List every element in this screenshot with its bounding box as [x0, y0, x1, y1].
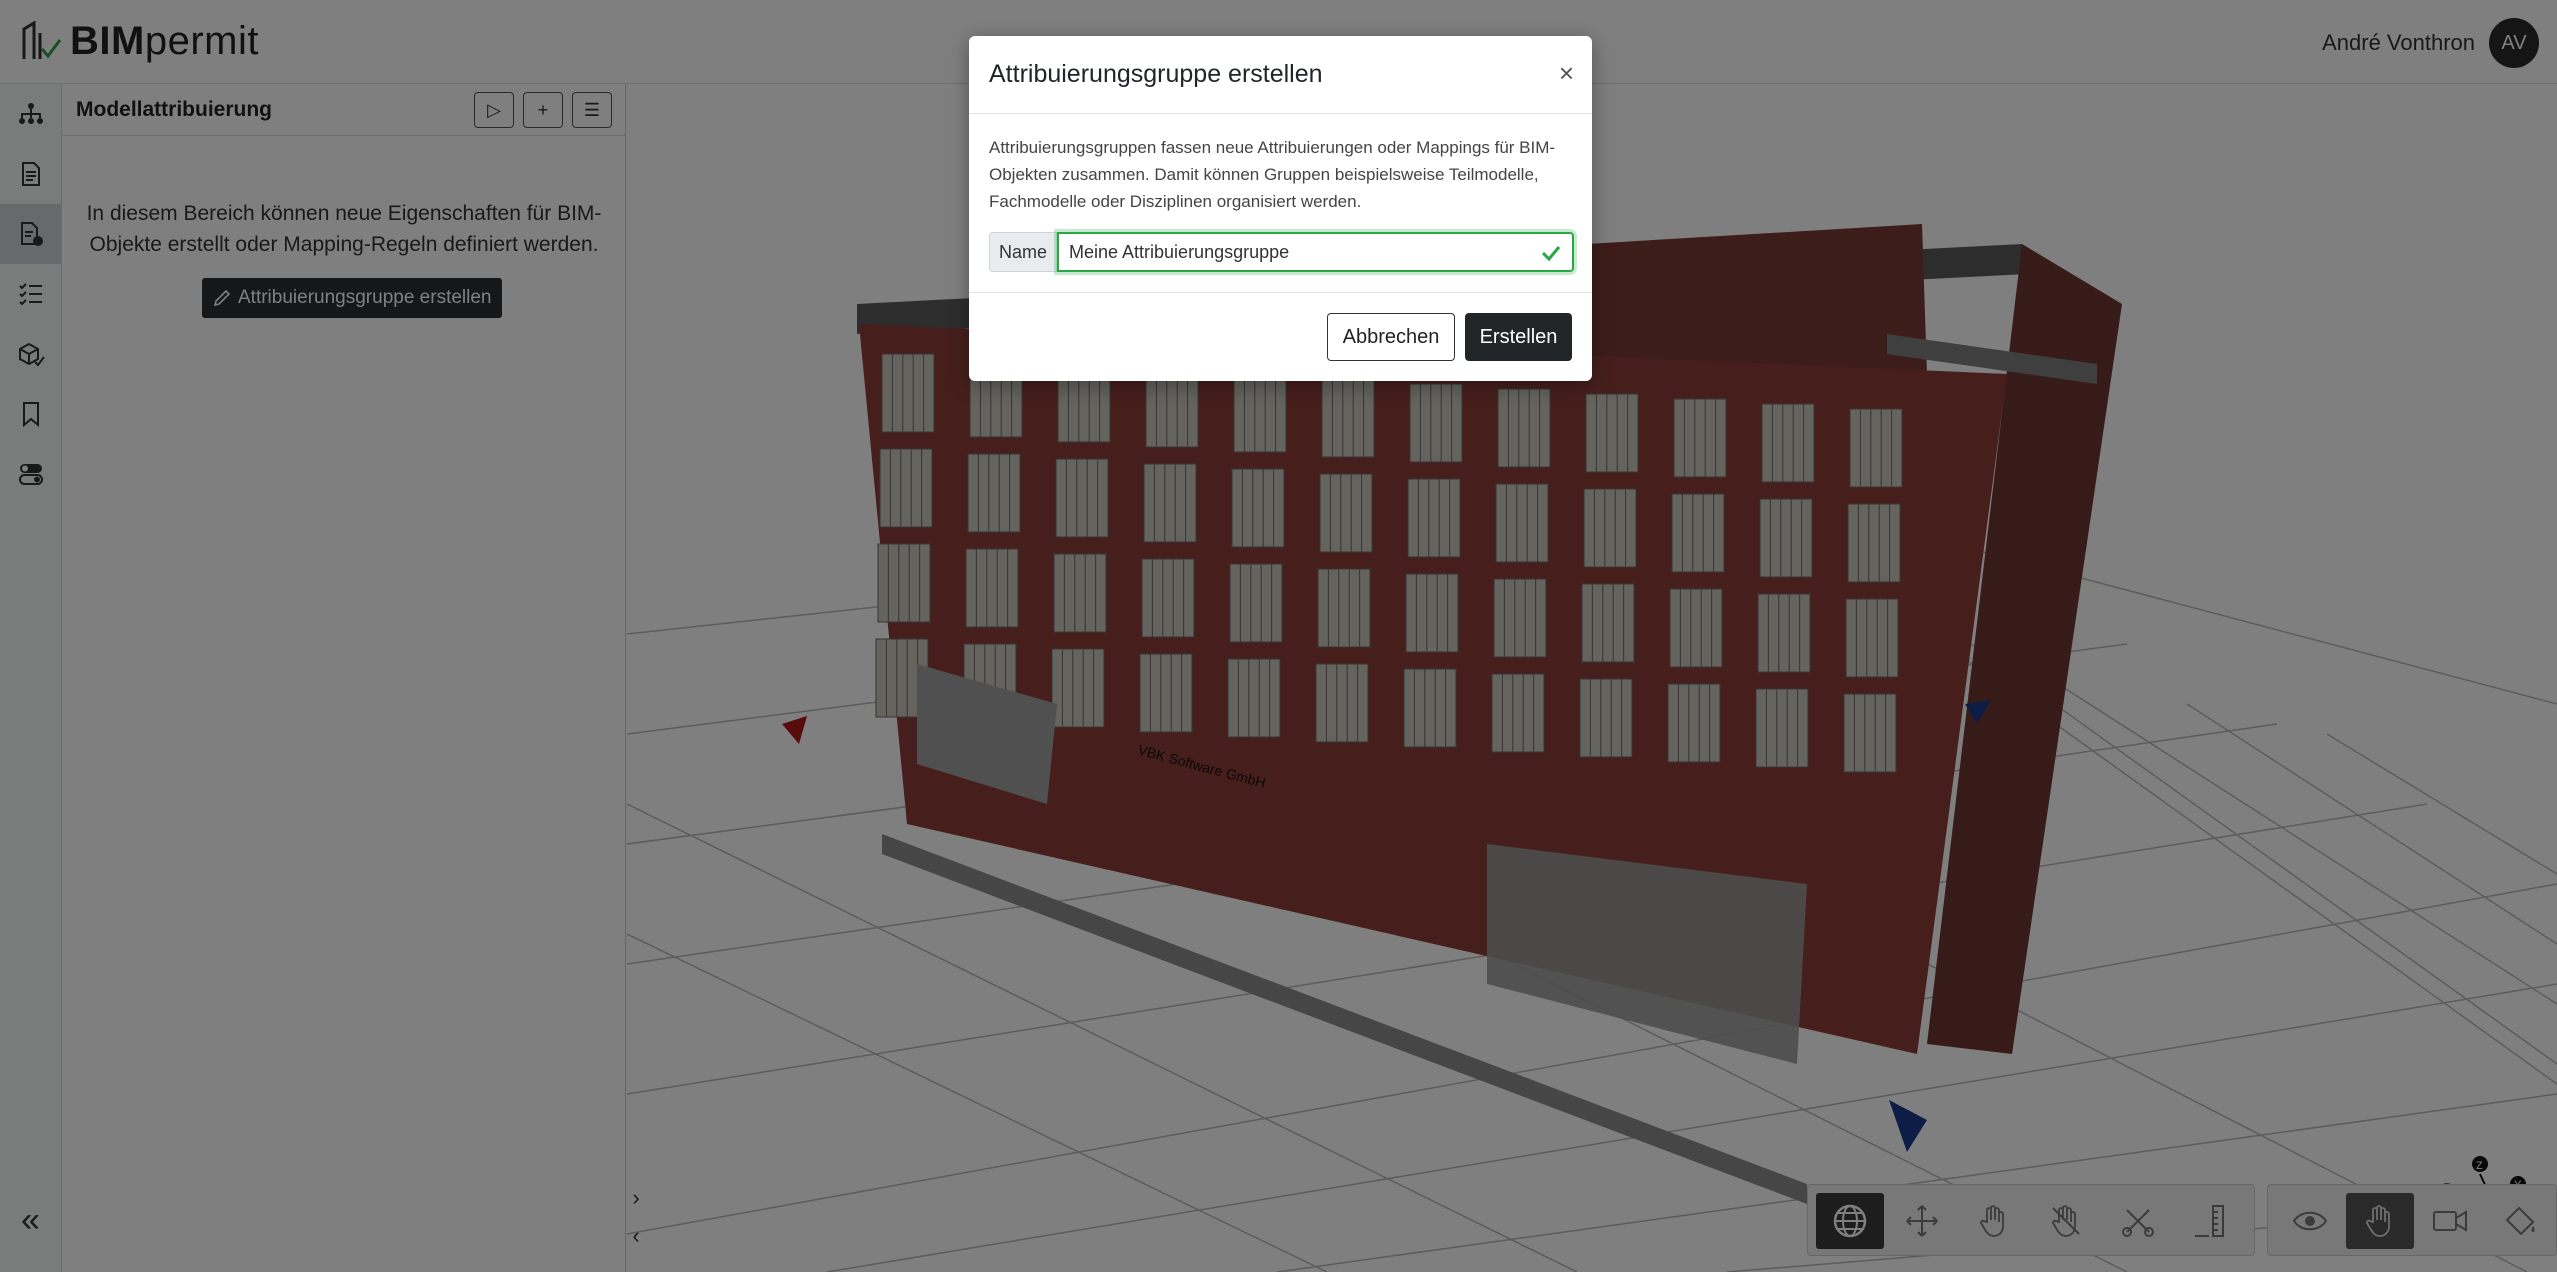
- name-field[interactable]: Meine Attribuierungsgruppe: [1057, 232, 1574, 272]
- close-button[interactable]: ×: [1559, 58, 1574, 89]
- create-button[interactable]: Erstellen: [1465, 313, 1572, 361]
- check-icon: [1541, 246, 1561, 262]
- dialog-title: Attribuierungsgruppe erstellen: [989, 60, 1323, 88]
- dialog-footer: Abbrechen Erstellen: [969, 292, 1592, 381]
- name-input-group: Name Meine Attribuierungsgruppe: [989, 232, 1574, 272]
- name-label: Name: [989, 232, 1057, 272]
- name-field-value: Meine Attribuierungsgruppe: [1069, 241, 1290, 262]
- cancel-button[interactable]: Abbrechen: [1327, 313, 1455, 361]
- close-icon: ×: [1558, 58, 1574, 88]
- dialog-header: Attribuierungsgruppe erstellen ×: [969, 36, 1592, 114]
- dialog-description: Attribuierungsgruppen fassen neue Attrib…: [989, 138, 1556, 211]
- create-group-dialog: Attribuierungsgruppe erstellen × Attribu…: [969, 36, 1592, 381]
